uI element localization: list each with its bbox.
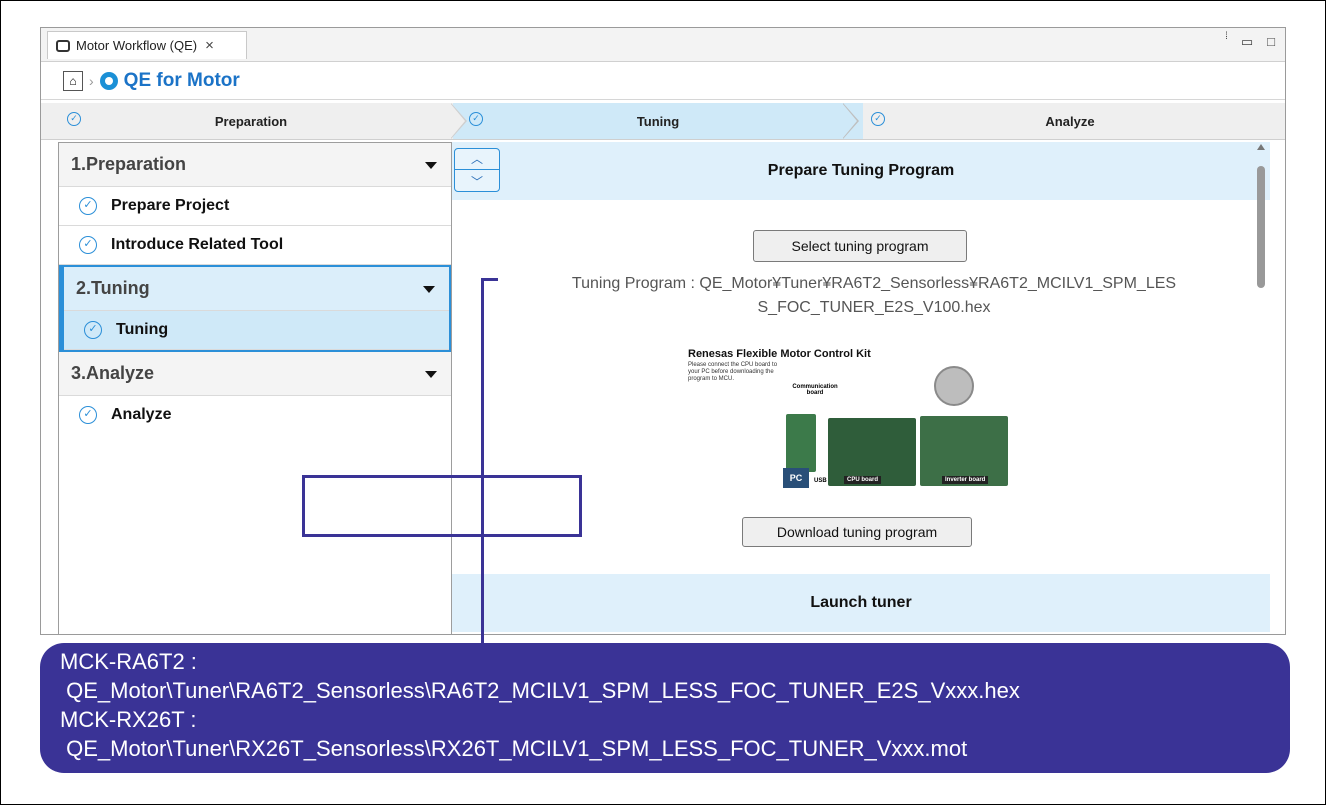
- select-tuning-program-button[interactable]: Select tuning program: [753, 230, 967, 262]
- breadcrumb-separator-icon: ›: [89, 72, 94, 89]
- sidebar-item-label: Introduce Related Tool: [111, 236, 284, 253]
- workflow-sidebar: 1.Preparation ✓ Prepare Project ✓ Introd…: [58, 142, 452, 634]
- tab-title: Motor Workflow (QE): [76, 38, 198, 53]
- step-divider-icon: [842, 103, 857, 139]
- motor-kit-image: Renesas Flexible Motor Control Kit Pleas…: [688, 348, 1022, 498]
- more-options-icon[interactable]: ⁞: [1225, 32, 1228, 50]
- check-circle-icon: ✓: [79, 406, 97, 424]
- vertical-scrollbar[interactable]: [1255, 142, 1267, 632]
- cpu-board-label: CPU board: [844, 476, 882, 484]
- inverter-board-label: Inverter board: [942, 476, 989, 484]
- scroll-thumb[interactable]: [1257, 166, 1265, 288]
- download-tuning-program-button[interactable]: Download tuning program: [742, 517, 972, 547]
- step-analyze[interactable]: ✓ Analyze: [855, 103, 1285, 139]
- close-icon[interactable]: ×: [205, 37, 214, 54]
- section-header-prepare-tuning-program: Prepare Tuning Program: [452, 142, 1270, 200]
- chevron-up-icon[interactable]: ︿: [471, 150, 483, 167]
- motor-icon: [934, 366, 974, 406]
- home-icon[interactable]: ⌂: [63, 70, 83, 91]
- section-header-tuning[interactable]: 2.Tuning: [64, 267, 449, 311]
- section-title: 1.Preparation: [71, 154, 187, 174]
- step-tuning[interactable]: ✓ Tuning: [453, 103, 863, 139]
- tuning-program-line2: S_FOC_TUNER_E2S_V100.hex: [757, 299, 991, 316]
- section-title: Launch tuner: [810, 594, 912, 611]
- comm-board-label: Communication board: [792, 384, 838, 396]
- step-divider-icon: [450, 103, 465, 139]
- chevron-down-icon[interactable]: [425, 371, 437, 378]
- tuning-program-line1: Tuning Program : QE_Motor¥Tuner¥RA6T2_Se…: [571, 275, 1177, 292]
- qe-motor-window: Motor Workflow (QE) × ⁞ ▭ □ ⌂ › QE for M…: [40, 27, 1286, 635]
- download-highlight-box: [302, 475, 582, 537]
- editor-tab[interactable]: Motor Workflow (QE) ×: [47, 31, 247, 59]
- callout-line: QE_Motor\Tuner\RA6T2_Sensorless\RA6T2_MC…: [60, 678, 1020, 703]
- workflow-steps: ✓ Preparation ✓ Tuning ✓ Analyze: [41, 103, 1285, 140]
- qe-logo-icon: [99, 71, 118, 90]
- section-header-analyze[interactable]: 3.Analyze: [59, 352, 451, 396]
- step-label: Tuning: [636, 113, 680, 129]
- breadcrumb-title[interactable]: QE for Motor: [124, 70, 240, 92]
- minimize-icon[interactable]: ▭: [1241, 34, 1253, 50]
- check-circle-icon: ✓: [79, 197, 97, 215]
- kit-note: Please connect the CPU board to your PC …: [688, 362, 778, 382]
- callout-line: QE_Motor\Tuner\RX26T_Sensorless\RX26T_MC…: [60, 736, 968, 761]
- callout-connector: [482, 278, 498, 281]
- window-controls: ⁞ ▭ □: [1225, 32, 1275, 50]
- breadcrumb: ⌂ › QE for Motor: [41, 62, 1285, 100]
- scroll-up-icon[interactable]: [1257, 144, 1265, 150]
- maximize-icon[interactable]: □: [1267, 34, 1275, 50]
- step-label: Analyze: [1045, 113, 1095, 129]
- sidebar-item-analyze[interactable]: ✓ Analyze: [59, 396, 451, 434]
- usb-label: USB: [814, 478, 827, 484]
- section-header-preparation[interactable]: 1.Preparation: [59, 143, 451, 187]
- title-bar: Motor Workflow (QE) × ⁞ ▭ □: [41, 28, 1285, 62]
- sidebar-item-tuning[interactable]: ✓ Tuning: [64, 311, 449, 350]
- step-preparation[interactable]: ✓ Preparation: [51, 103, 451, 139]
- tuning-program-path: Tuning Program : QE_Motor¥Tuner¥RA6T2_Se…: [504, 272, 1244, 320]
- sidebar-item-prepare-project[interactable]: ✓ Prepare Project: [59, 187, 451, 226]
- tuning-program-callout: MCK-RA6T2 : QE_Motor\Tuner\RA6T2_Sensorl…: [40, 643, 1290, 773]
- chevron-down-icon[interactable]: [425, 162, 437, 169]
- pc-label: PC: [783, 468, 809, 488]
- section-title: 3.Analyze: [71, 363, 155, 383]
- group-preparation: 1.Preparation ✓ Prepare Project ✓ Introd…: [59, 143, 451, 265]
- workflow-icon: [56, 39, 70, 52]
- check-circle-icon: ✓: [79, 236, 97, 254]
- sidebar-item-label: Prepare Project: [111, 197, 230, 214]
- chevron-down-icon[interactable]: [423, 286, 435, 293]
- group-tuning: 2.Tuning ✓ Tuning: [59, 265, 451, 352]
- main-content: Prepare Tuning Program ︿ ﹀ Select tuning…: [452, 142, 1270, 634]
- group-analyze: 3.Analyze ✓ Analyze: [59, 352, 451, 434]
- sidebar-item-label: Tuning: [116, 321, 169, 338]
- callout-line: MCK-RX26T :: [60, 707, 197, 732]
- step-label: Preparation: [214, 113, 288, 129]
- communication-board: [786, 414, 816, 472]
- section-title: Prepare Tuning Program: [767, 162, 955, 179]
- chevron-down-icon[interactable]: ﹀: [471, 173, 483, 190]
- section-header-launch-tuner: Launch tuner: [452, 574, 1270, 632]
- kit-title: Renesas Flexible Motor Control Kit: [688, 348, 871, 360]
- sidebar-item-label: Analyze: [111, 406, 172, 423]
- callout-connector-line: [481, 278, 484, 646]
- collapse-expand-control[interactable]: ︿ ﹀: [454, 148, 500, 192]
- sidebar-item-introduce-related-tool[interactable]: ✓ Introduce Related Tool: [59, 226, 451, 265]
- section-title: 2.Tuning: [76, 278, 150, 298]
- callout-line: MCK-RA6T2 :: [60, 649, 197, 674]
- check-circle-icon: ✓: [84, 321, 102, 339]
